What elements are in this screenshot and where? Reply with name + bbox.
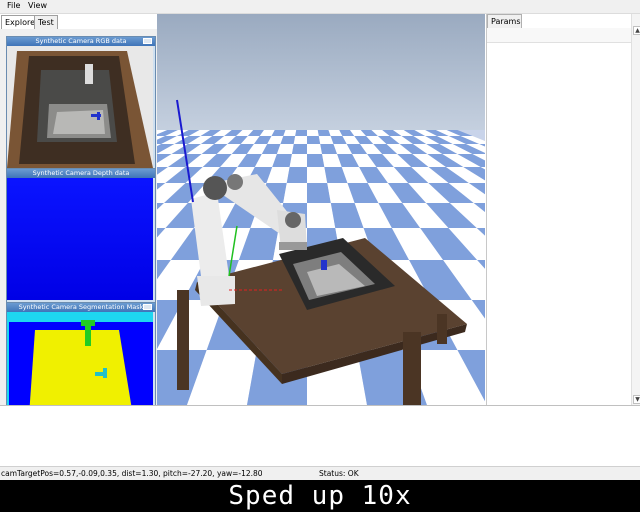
depth-camera-title-text: Synthetic Camera Depth data	[32, 169, 130, 177]
rgb-camera-image	[7, 46, 153, 168]
status-text: Status: OK	[319, 469, 359, 478]
camera-status-text: camTargetPos=0.57,-0.09,0.35, dist=1.30,…	[1, 469, 263, 478]
params-header	[487, 28, 640, 43]
scroll-down-icon[interactable]: ▼	[633, 395, 640, 404]
close-icon[interactable]	[143, 38, 152, 44]
depth-camera-window[interactable]: Synthetic Camera Depth data	[6, 168, 156, 303]
z-axis-line	[176, 99, 194, 203]
segmentation-camera-title: Synthetic Camera Segmentation Mask	[7, 303, 155, 312]
simulation-viewport[interactable]	[157, 14, 485, 405]
robot-base	[197, 276, 235, 306]
vertical-scrollbar[interactable]: ▲ ▼	[631, 14, 640, 405]
menu-view[interactable]: View	[28, 1, 47, 10]
left-tab-bar: Explorer Test	[0, 14, 160, 30]
y-axis-line	[228, 225, 238, 277]
depth-camera-image	[7, 178, 153, 300]
menu-file[interactable]: File	[7, 1, 20, 10]
segmentation-camera-title-text: Synthetic Camera Segmentation Mask	[18, 303, 144, 311]
explorer-panel: Synthetic Camera RGB data Synthetic Came…	[0, 29, 161, 441]
status-bar: camTargetPos=0.57,-0.09,0.35, dist=1.30,…	[0, 466, 640, 481]
table-leg	[177, 290, 189, 390]
scene-objects	[176, 99, 467, 405]
menu-bar: File View	[0, 0, 640, 14]
scroll-up-icon[interactable]: ▲	[633, 26, 640, 35]
video-caption: Sped up 10x	[0, 480, 640, 512]
table-leg	[403, 332, 421, 405]
params-panel: Params	[486, 14, 640, 405]
tab-params[interactable]: Params	[487, 14, 522, 29]
rgb-camera-window[interactable]: Synthetic Camera RGB data	[6, 36, 156, 171]
robot-link	[191, 192, 229, 276]
rgb-camera-title-text: Synthetic Camera RGB data	[35, 37, 127, 45]
console-area[interactable]	[0, 406, 640, 466]
rgb-camera-title: Synthetic Camera RGB data	[7, 37, 155, 46]
depth-camera-title: Synthetic Camera Depth data	[7, 169, 155, 178]
close-icon[interactable]	[143, 304, 152, 310]
tab-test[interactable]: Test	[34, 15, 58, 29]
